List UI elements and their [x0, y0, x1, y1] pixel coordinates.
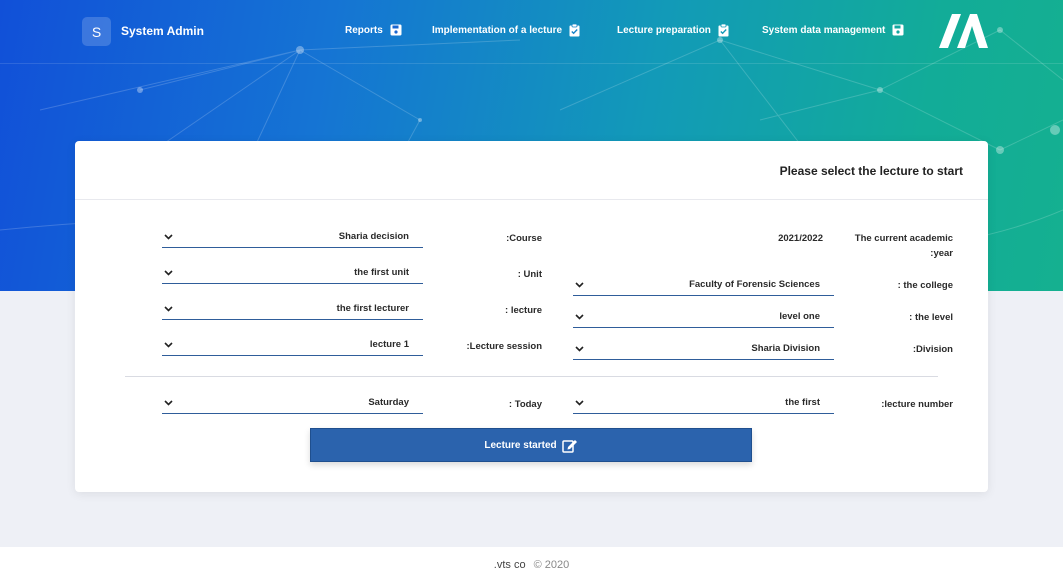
unit-select[interactable]: the first unit: [162, 262, 423, 284]
course-label: :Course: [506, 233, 542, 244]
academic-year-label-line2: :year: [930, 248, 953, 259]
footer-copyright: © 2020: [533, 559, 570, 571]
lecture-session-value: lecture 1: [369, 339, 409, 350]
clipboard-check-icon: [718, 24, 729, 37]
lecture-number-label: :lecture number: [881, 399, 953, 410]
course-value: Sharia decision: [338, 231, 409, 242]
level-value: level one: [779, 311, 820, 322]
unit-label: : Unit: [517, 269, 542, 280]
chevron-down-icon: [575, 399, 584, 406]
lecture-number-select[interactable]: the first: [573, 392, 834, 414]
chevron-down-icon: [164, 233, 173, 240]
chevron-down-icon: [164, 305, 173, 312]
today-label: : Today: [508, 399, 542, 410]
chevron-down-icon: [164, 399, 173, 406]
lecture-started-button[interactable]: Lecture started: [310, 428, 752, 462]
nav-reports-label: Reports: [345, 24, 383, 36]
nav-system-data[interactable]: System data management: [762, 24, 904, 36]
save-icon: [390, 24, 402, 36]
unit-value: the first unit: [354, 267, 409, 278]
footer-company: .vts co: [493, 559, 526, 571]
nav-reports[interactable]: Reports: [345, 24, 402, 36]
level-select[interactable]: level one: [573, 306, 834, 328]
nav-system-data-label: System data management: [762, 24, 886, 36]
chevron-down-icon: [164, 341, 173, 348]
college-value: Faculty of Forensic Sciences: [689, 279, 820, 290]
chevron-down-icon: [575, 313, 584, 320]
nav-implementation-label: Implementation of a lecture: [432, 25, 563, 36]
nav-implementation[interactable]: Implementation of a lecture: [432, 24, 580, 37]
lecture-select[interactable]: the first lecturer: [162, 298, 423, 320]
save-icon: [892, 24, 904, 36]
lecture-number-value: the first: [785, 397, 820, 408]
card-header-divider: [75, 199, 988, 200]
app-brand[interactable]: System Admin: [121, 24, 204, 38]
chevron-down-icon: [575, 345, 584, 352]
college-select[interactable]: Faculty of Forensic Sciences: [573, 274, 834, 296]
card-title: Please select the lecture to start: [779, 164, 963, 178]
app-badge[interactable]: S: [82, 17, 111, 46]
academic-year-value: 2021/2022: [778, 233, 823, 244]
top-navbar: S System Admin Reports Implementation of…: [0, 0, 1063, 64]
lecture-session-label: :Lecture session: [466, 341, 543, 352]
nav-preparation-label: Lecture preparation: [617, 25, 711, 36]
edit-icon: [561, 438, 578, 453]
division-value: Sharia Division: [751, 343, 820, 354]
brand-logo-icon: [939, 14, 988, 53]
level-label: : the level: [909, 312, 953, 323]
course-select[interactable]: Sharia decision: [162, 226, 423, 248]
today-value: Saturday: [368, 397, 409, 408]
lecture-value: the first lecturer: [336, 303, 409, 314]
footer: .vts co © 2020: [0, 547, 1063, 583]
division-select[interactable]: Sharia Division: [573, 338, 834, 360]
lecture-selection-card: Please select the lecture to start The c…: [75, 141, 988, 492]
nav-preparation[interactable]: Lecture preparation: [617, 24, 729, 37]
division-label: :Division: [912, 344, 953, 355]
lecture-session-select[interactable]: lecture 1: [162, 334, 423, 356]
academic-year-label-line1: The current academic: [854, 233, 953, 244]
lecture-started-label: Lecture started: [484, 439, 557, 451]
today-select[interactable]: Saturday: [162, 392, 423, 414]
college-label: : the college: [897, 280, 953, 291]
academic-year-label: The current academic :year: [855, 231, 953, 261]
chevron-down-icon: [164, 269, 173, 276]
lecture-label: : lecture: [505, 305, 542, 316]
clipboard-check-icon: [569, 24, 580, 37]
chevron-down-icon: [575, 281, 584, 288]
form-divider: [125, 376, 938, 377]
